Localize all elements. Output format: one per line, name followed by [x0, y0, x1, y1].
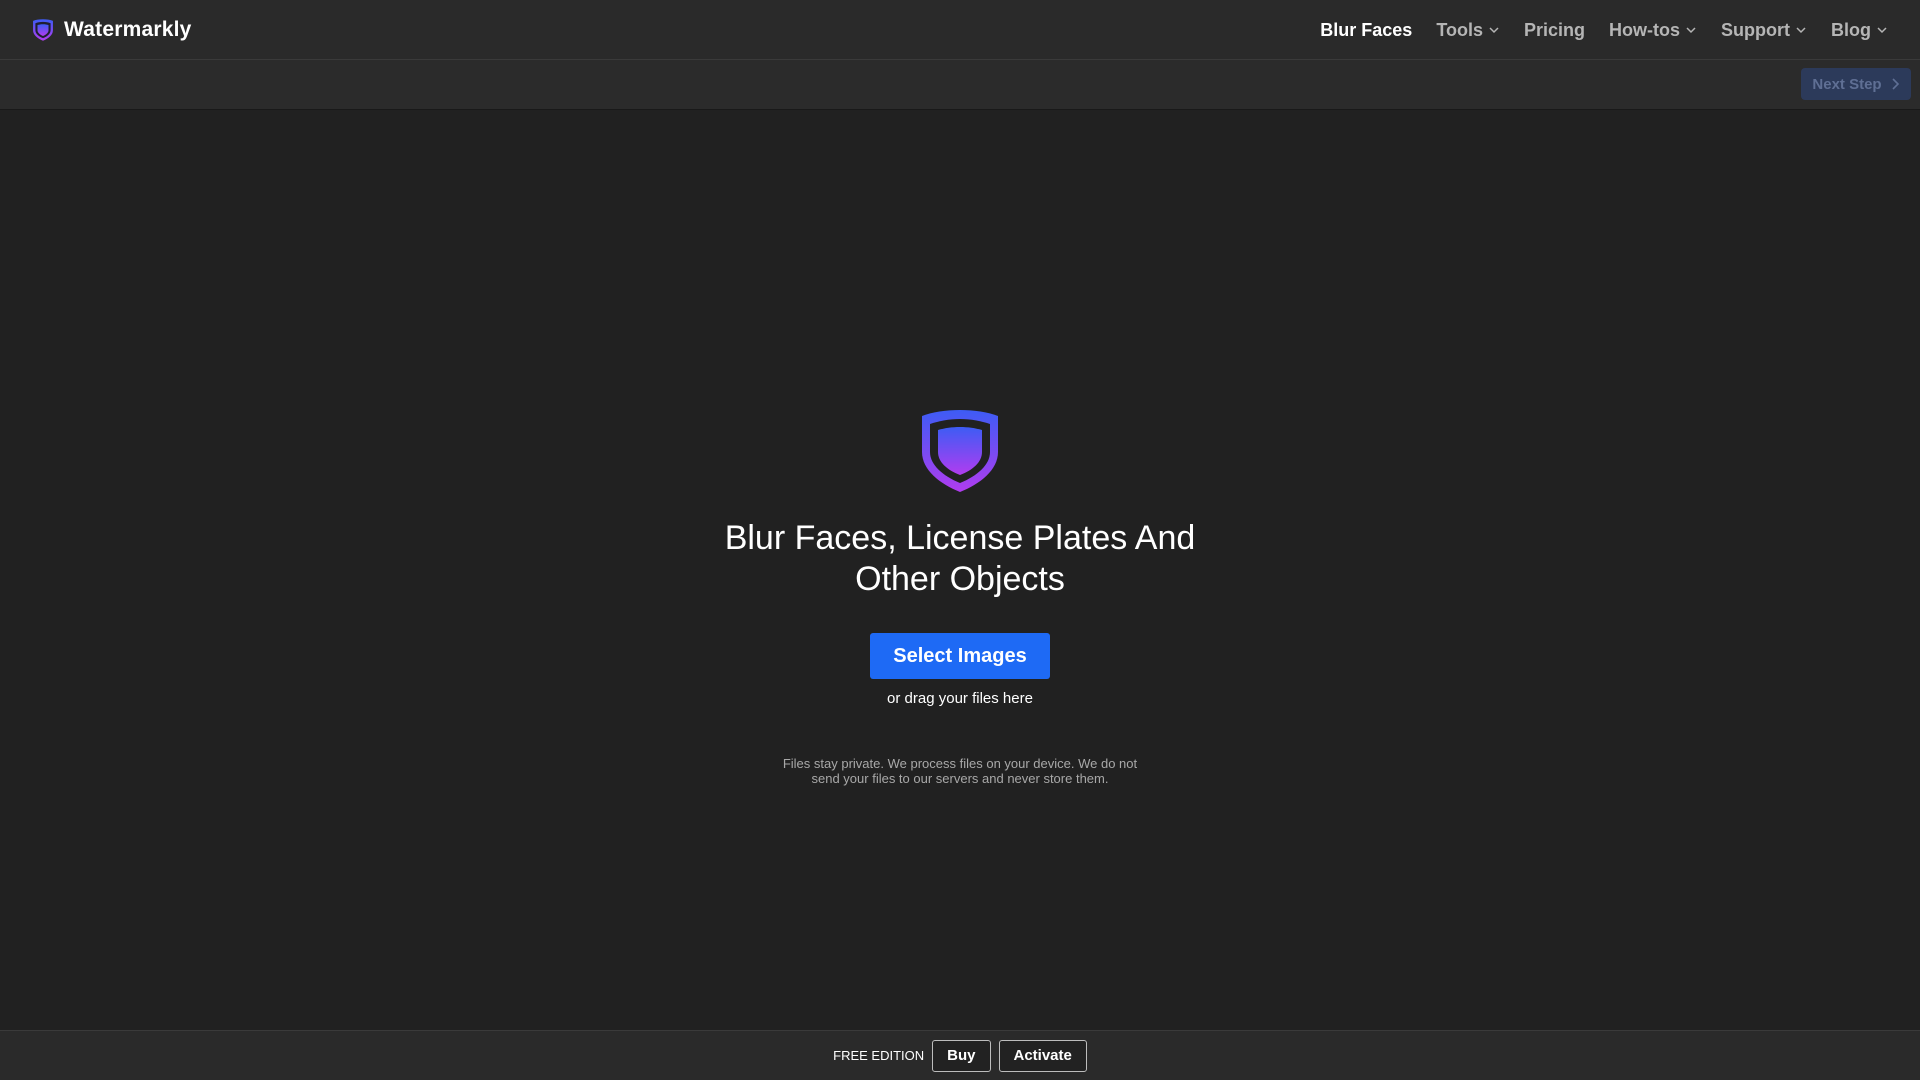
privacy-note-line-1: Files stay private. We process files on … — [782, 756, 1138, 771]
shield-icon — [922, 410, 998, 492]
chevron-down-icon — [1796, 27, 1806, 34]
chevron-down-icon — [1877, 27, 1887, 34]
activate-button[interactable]: Activate — [998, 1039, 1087, 1072]
nav-item-tools[interactable]: Tools — [1436, 20, 1500, 41]
page-title-line-1: Blur Faces, License Plates And — [724, 519, 1196, 557]
select-images-button[interactable]: Select Images — [870, 633, 1050, 679]
page-title: Blur Faces, License Plates And Other Obj… — [660, 518, 1260, 600]
brand-logo-link[interactable]: Watermarkly — [32, 0, 191, 60]
nav-item-label: Pricing — [1523, 19, 1585, 40]
nav-item-label: Support — [1721, 19, 1790, 40]
step-toolbar: Next Step — [0, 60, 1920, 110]
chevron-down-icon — [1686, 27, 1696, 34]
nav-item-label: Tools — [1436, 19, 1483, 40]
main-nav: Blur Faces Tools Pricing How-tos Support… — [1320, 0, 1888, 60]
page-title-line-2: Other Objects — [855, 560, 1065, 598]
next-step-button[interactable]: Next Step — [1801, 68, 1911, 100]
shield-icon — [33, 19, 53, 41]
chevron-right-icon — [1892, 78, 1899, 90]
edition-label: FREE EDITION — [833, 1048, 925, 1063]
top-navigation: Watermarkly Blur Faces Tools Pricing How… — [0, 0, 1920, 60]
brand-name: Watermarkly — [64, 18, 192, 41]
next-step-label: Next Step — [1812, 75, 1882, 93]
nav-item-support[interactable]: Support — [1721, 20, 1807, 41]
chevron-down-icon — [1489, 27, 1499, 34]
nav-item-blog[interactable]: Blog — [1831, 20, 1888, 41]
nav-item-blur-faces[interactable]: Blur Faces — [1320, 20, 1412, 41]
license-footer: FREE EDITION Buy Activate — [0, 1030, 1920, 1080]
nav-item-how-tos[interactable]: How-tos — [1609, 20, 1697, 41]
buy-button[interactable]: Buy — [932, 1039, 991, 1072]
drag-hint: or drag your files here — [887, 690, 1033, 707]
privacy-note: Files stay private. We process files on … — [760, 756, 1160, 786]
privacy-note-line-2: send your files to our servers and never… — [811, 771, 1109, 786]
nav-item-label: Blog — [1831, 19, 1871, 40]
nav-item-label: How-tos — [1609, 19, 1680, 40]
nav-item-label: Blur Faces — [1320, 19, 1413, 40]
nav-item-pricing[interactable]: Pricing — [1524, 20, 1585, 41]
